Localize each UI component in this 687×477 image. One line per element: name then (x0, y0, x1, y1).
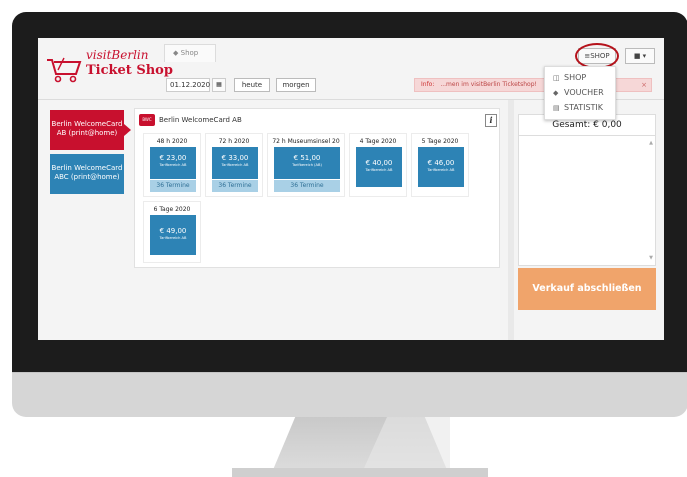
menu-item-voucher-label: VOUCHER (564, 88, 604, 97)
monitor-base (232, 468, 488, 477)
product-card: 48 h 2020 € 23,00 Tarifbereich AB 36 Ter… (143, 133, 201, 197)
sidebar-item-welcomecard-ab[interactable]: Berlin WelcomeCard AB (print@home) (50, 110, 131, 150)
product-title: 72 h Museumsinsel 20 (272, 138, 340, 145)
product-zone: Tarifbereich (AB) (292, 163, 322, 167)
logo-line1: visitBerlin (86, 48, 149, 62)
product-card: 72 h 2020 € 33,00 Tarifbereich AB 36 Ter… (205, 133, 263, 197)
product-title: 5 Tage 2020 (421, 138, 459, 145)
menu-item-shop-label: SHOP (564, 73, 587, 82)
product-zone: Tarifbereich AB (159, 236, 187, 240)
product-price-button[interactable]: € 49,00 Tarifbereich AB (150, 215, 196, 255)
product-card: 4 Tage 2020 € 40,00 Tarifbereich AB (349, 133, 407, 197)
info-close-icon[interactable]: × (641, 79, 647, 91)
product-zone: Tarifbereich AB (427, 168, 455, 172)
shop-dropdown-menu: ◫ SHOP ◆ VOUCHER ▤ STATISTIK (544, 66, 616, 120)
user-icon: ■ (633, 52, 641, 60)
monitor-chin (12, 372, 687, 417)
product-card: 72 h Museumsinsel 20 € 51,00 Tarifbereic… (267, 133, 345, 197)
product-price: € 49,00 (159, 227, 187, 235)
user-menu-button[interactable]: ■ ▾ (625, 48, 655, 64)
termine-button[interactable]: 36 Termine (150, 180, 196, 192)
cart-icon: ◫ (553, 74, 560, 82)
product-zone: Tarifbereich AB (221, 163, 249, 167)
tomorrow-button[interactable]: morgen (276, 78, 316, 92)
main-content: Berlin WelcomeCard AB (print@home) Berli… (38, 100, 508, 340)
product-price-button[interactable]: € 46,00 Tarifbereich AB (418, 147, 464, 187)
tab-shop[interactable]: ◆ Shop (164, 44, 216, 62)
product-price-button[interactable]: € 51,00 Tarifbereich (AB) (274, 147, 340, 179)
menu-item-voucher[interactable]: ◆ VOUCHER (545, 85, 615, 100)
app-header: visitBerlin Ticket Shop ◆ Shop 01.12.202… (38, 38, 664, 120)
tag-icon: ◆ (553, 89, 559, 97)
info-banner: Info: ...men im visitBerlin Ticketshop! … (414, 78, 652, 92)
product-panel: BWC Berlin WelcomeCard AB i 48 h 2020 € … (134, 108, 500, 268)
menu-item-statistik[interactable]: ▤ STATISTIK (545, 100, 615, 115)
panel-title: Berlin WelcomeCard AB (159, 116, 242, 124)
menu-item-statistik-label: STATISTIK (564, 103, 604, 112)
product-price: € 33,00 (221, 154, 249, 162)
date-input[interactable]: 01.12.2020 (166, 78, 210, 92)
scroll-down-icon[interactable]: ▼ (649, 255, 653, 261)
scroll-up-icon[interactable]: ▲ (649, 140, 653, 146)
info-text: ...men im visitBerlin Ticketshop! (440, 81, 537, 88)
chart-icon: ▤ (553, 104, 560, 112)
product-title: 6 Tage 2020 (153, 206, 191, 213)
info-label: Info: (421, 81, 435, 88)
logo-line2: Ticket Shop (86, 63, 173, 78)
product-price-button[interactable]: € 23,00 Tarifbereich AB (150, 147, 196, 179)
product-zone: Tarifbereich AB (365, 168, 393, 172)
product-card: 6 Tage 2020 € 49,00 Tarifbereich AB (143, 201, 201, 263)
cart-items-area[interactable]: ▲ ▼ (518, 136, 656, 266)
product-price: € 40,00 (365, 159, 393, 167)
product-price: € 46,00 (427, 159, 455, 167)
product-price: € 23,00 (159, 154, 187, 162)
chevron-down-icon: ▾ (642, 52, 647, 60)
product-price: € 51,00 (293, 154, 321, 162)
product-title: 48 h 2020 (156, 138, 188, 145)
cart-panel: Gesamt: € 0,00 ▲ ▼ Verkauf abschließen (514, 100, 664, 340)
product-title: 4 Tage 2020 (359, 138, 397, 145)
sidebar-item-welcomecard-abc[interactable]: Berlin WelcomeCard ABC (print@home) (50, 154, 124, 194)
product-price-button[interactable]: € 40,00 Tarifbereich AB (356, 147, 402, 187)
monitor-mockup: visitBerlin Ticket Shop ◆ Shop 01.12.202… (0, 0, 687, 477)
product-card: 5 Tage 2020 € 46,00 Tarifbereich AB (411, 133, 469, 197)
calendar-button[interactable]: ▦ (212, 78, 226, 92)
checkout-button[interactable]: Verkauf abschließen (518, 268, 656, 310)
product-zone: Tarifbereich AB (159, 163, 187, 167)
menu-item-shop[interactable]: ◫ SHOP (545, 70, 615, 85)
welcomecard-logo-icon: BWC (139, 114, 155, 126)
tag-icon: ◆ (173, 49, 179, 57)
tab-shop-label: Shop (180, 49, 199, 57)
shopping-cart-icon (47, 57, 82, 83)
app-screen: visitBerlin Ticket Shop ◆ Shop 01.12.202… (38, 38, 664, 340)
logo[interactable]: visitBerlin Ticket Shop (46, 48, 176, 88)
product-title: 72 h 2020 (218, 138, 250, 145)
calendar-icon: ▦ (216, 81, 222, 88)
today-button[interactable]: heute (234, 78, 270, 92)
termine-button[interactable]: 36 Termine (274, 180, 340, 192)
product-price-button[interactable]: € 33,00 Tarifbereich AB (212, 147, 258, 179)
termine-button[interactable]: 36 Termine (212, 180, 258, 192)
info-icon[interactable]: i (485, 114, 497, 127)
